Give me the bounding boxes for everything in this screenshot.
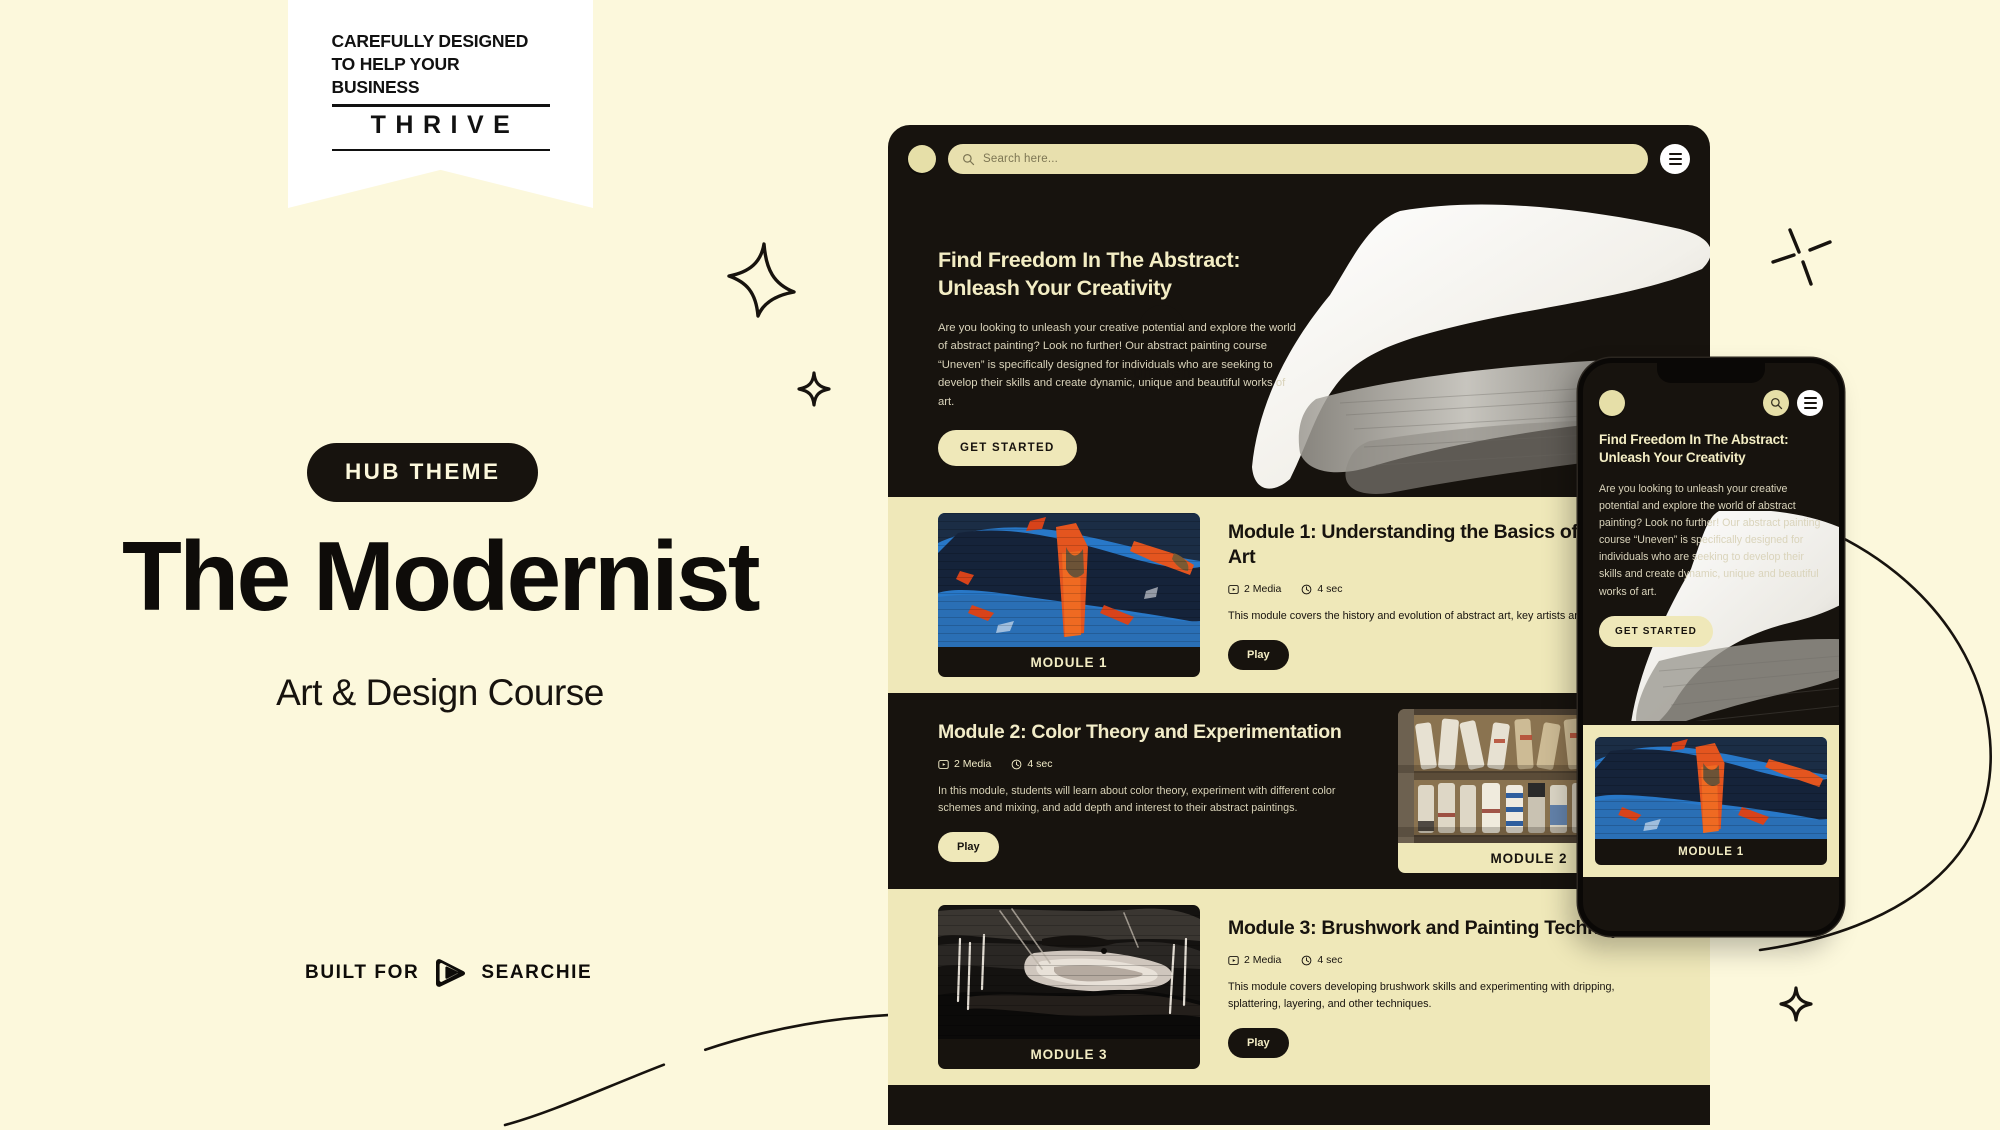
module-2-info: Module 2: Color Theory and Experimentati…: [938, 720, 1370, 862]
mobile-hero-body: Are you looking to unleash your creative…: [1599, 482, 1821, 598]
hamburger-bars: [1803, 397, 1817, 409]
brand-circle-logo[interactable]: [908, 145, 936, 173]
module-2-media: 2 Media: [938, 758, 991, 770]
clock-icon: [1301, 955, 1312, 966]
module-2-duration: 4 sec: [1011, 758, 1052, 770]
blue-orange-abstract-painting: [938, 513, 1200, 647]
module-1-card-label: MODULE 1: [938, 647, 1200, 677]
built-for-block: BUILT FOR SEARCHIE: [305, 958, 592, 988]
module-2-duration-text: 4 sec: [1027, 758, 1053, 771]
module-1-media-count: 2 Media: [1244, 583, 1282, 596]
module-3-play-button[interactable]: Play: [1228, 1027, 1289, 1058]
module-3-duration: 4 sec: [1301, 954, 1342, 966]
module-2-media-count: 2 Media: [954, 758, 992, 771]
search-input[interactable]: Search here...: [948, 144, 1648, 174]
hamburger-menu-icon[interactable]: [1797, 390, 1823, 416]
mobile-hero-title-line2: Unleash Your Creativity: [1599, 449, 1746, 465]
hamburger-menu-icon[interactable]: [1660, 144, 1690, 174]
promo-column: HUB THEME The Modernist Art & Design Cou…: [0, 0, 880, 1125]
module-3-duration-text: 4 sec: [1317, 954, 1343, 967]
media-play-box-icon: [1228, 584, 1239, 594]
mobile-preview: Find Freedom In The Abstract: Unleash Yo…: [1578, 358, 1844, 936]
desktop-hero-copy: Find Freedom In The Abstract: Unleash Yo…: [938, 247, 1298, 466]
hub-theme-badge: HUB THEME: [307, 443, 539, 502]
sparkle-rays: [1771, 228, 1832, 286]
module-1-play-button[interactable]: Play: [1228, 639, 1289, 670]
four-point-star-small-right: [1779, 986, 1813, 1022]
phone-notch: [1657, 363, 1765, 383]
hamburger-bars: [1668, 153, 1682, 165]
desktop-top-bar: Search here...: [888, 133, 1710, 185]
hero-body: Are you looking to unleash your creative…: [938, 321, 1296, 408]
black-white-brushwork-painting: [938, 905, 1200, 1039]
module-3-meta: 2 Media 4 sec: [1228, 954, 1660, 966]
module-3-media: 2 Media: [1228, 954, 1281, 966]
mobile-module-card-label: MODULE 1: [1595, 839, 1827, 865]
clock-icon: [1011, 759, 1022, 770]
brand-name: SEARCHIE: [481, 962, 593, 983]
mobile-hero-title: Find Freedom In The Abstract: Unleash Yo…: [1599, 431, 1823, 467]
clock-icon: [1301, 584, 1312, 594]
mobile-hero-copy: Find Freedom In The Abstract: Unleash Yo…: [1599, 431, 1823, 647]
brand-circle-logo[interactable]: [1599, 390, 1625, 416]
module-3-card[interactable]: MODULE 3: [938, 905, 1200, 1069]
module-3-info: Module 3: Brushwork and Painting Techniq…: [1228, 916, 1660, 1058]
module-1-media: 2 Media: [1228, 583, 1281, 595]
search-icon: [963, 153, 975, 165]
hero-title: Find Freedom In The Abstract: Unleash Yo…: [938, 247, 1298, 303]
module-2-description: In this module, students will learn abou…: [938, 785, 1336, 814]
mobile-hero: Find Freedom In The Abstract: Unleash Yo…: [1583, 421, 1839, 721]
page-subtitle: Art & Design Course: [276, 672, 604, 713]
module-3-card-label: MODULE 3: [938, 1039, 1200, 1069]
media-play-box-icon: [938, 759, 949, 769]
module-3-media-count: 2 Media: [1244, 954, 1282, 967]
mobile-module-card[interactable]: MODULE 1: [1595, 737, 1827, 865]
search-icon[interactable]: [1763, 390, 1789, 416]
module-1-duration: 4 sec: [1301, 583, 1342, 595]
media-play-box-icon: [1228, 955, 1239, 965]
search-glyph: [1770, 397, 1782, 409]
mobile-actions: [1763, 390, 1823, 416]
mobile-hero-title-line1: Find Freedom In The Abstract:: [1599, 432, 1789, 447]
mobile-module-section: MODULE 1: [1583, 725, 1839, 877]
module-2-meta: 2 Media 4 sec: [938, 758, 1370, 770]
module-2-play-button[interactable]: Play: [938, 831, 999, 862]
search-placeholder: Search here...: [983, 153, 1059, 165]
module-1-card[interactable]: MODULE 1: [938, 513, 1200, 677]
module-3-description: This module covers developing brushwork …: [1228, 981, 1615, 1010]
page-title: The Modernist: [122, 521, 760, 631]
get-started-button[interactable]: GET STARTED: [938, 429, 1077, 466]
module-1-duration-text: 4 sec: [1317, 583, 1343, 596]
mobile-get-started-button[interactable]: GET STARTED: [1599, 615, 1713, 647]
built-for-label: BUILT FOR: [305, 962, 420, 983]
searchie-play-icon: [436, 959, 466, 987]
blue-orange-abstract-painting: [1595, 737, 1827, 839]
module-2-title: Module 2: Color Theory and Experimentati…: [938, 721, 1342, 744]
hero-title-line2: Unleash Your Creativity: [938, 275, 1172, 300]
hero-title-line1: Find Freedom In The Abstract:: [938, 248, 1241, 272]
